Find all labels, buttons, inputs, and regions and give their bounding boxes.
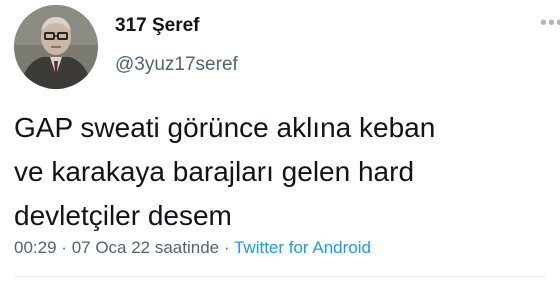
author-display-name[interactable]: 317 Şeref	[115, 15, 200, 37]
tweet-timestamp[interactable]: 00:29 · 07 Oca 22 saatinde	[14, 238, 219, 257]
profile-photo-icon	[14, 5, 98, 89]
meta-separator: ·	[223, 238, 230, 257]
divider	[14, 276, 546, 277]
meta-separator: ·	[61, 238, 67, 257]
author-handle[interactable]: @3yuz17seref	[115, 54, 238, 76]
tweet-source-link[interactable]: Twitter for Android	[234, 238, 371, 257]
tweet-card: 317 Şeref @3yuz17seref ••• GAP sweati gö…	[0, 0, 560, 282]
tweet-text: GAP sweati görünce aklına keban ve karak…	[14, 106, 549, 238]
tweet-text-line: GAP sweati görünce aklına keban	[14, 112, 436, 143]
more-options-icon[interactable]: •••	[540, 12, 560, 35]
tweet-time: 00:29	[14, 238, 57, 257]
tweet-date: 07 Oca 22 saatinde	[71, 238, 220, 257]
tweet-text-line: ve karakaya barajları gelen hard	[14, 156, 415, 187]
tweet-metadata: 00:29 · 07 Oca 22 saatinde · Twitter for…	[14, 238, 371, 258]
tweet-text-line: devletçiler desem	[14, 200, 232, 231]
avatar[interactable]	[14, 5, 98, 89]
